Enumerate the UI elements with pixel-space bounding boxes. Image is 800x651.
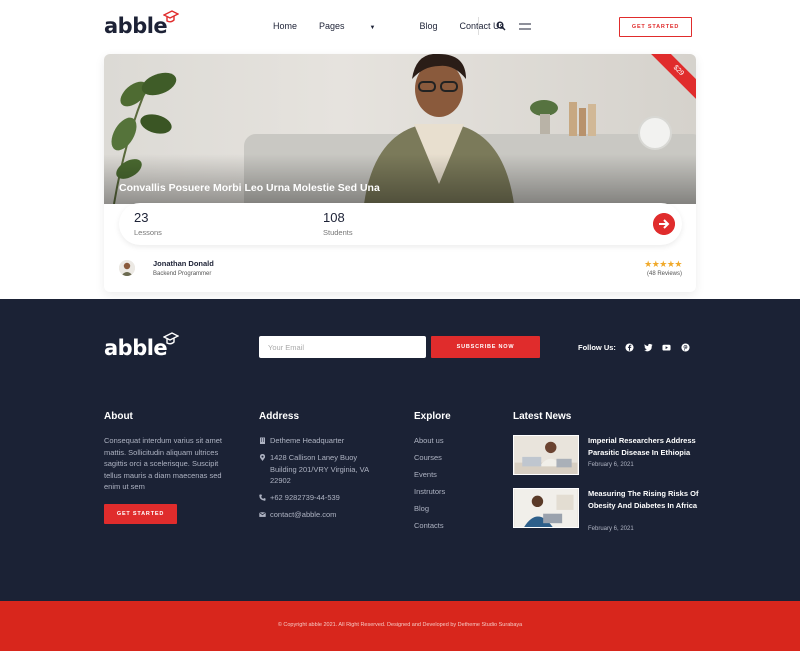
news-date: February 6, 2021 xyxy=(588,462,634,468)
search-icon[interactable] xyxy=(496,21,506,31)
price-ribbon: $29 xyxy=(644,54,696,105)
course-author: Jonathan Donald Backend Programmer ★★★★★… xyxy=(119,258,682,286)
course-title[interactable]: Convallis Posuere Morbi Leo Urna Molesti… xyxy=(119,182,380,194)
twitter-icon[interactable] xyxy=(644,343,653,352)
copyright-text: © Copyright abble 2021. All Right Reserv… xyxy=(277,622,523,628)
nav-pages-label: Pages xyxy=(319,21,345,31)
address-hq: Detheme Headquarter xyxy=(259,435,380,447)
students-stat: 108 Students xyxy=(323,210,353,237)
review-count: (48 Reviews) xyxy=(646,271,682,277)
author-name[interactable]: Jonathan Donald xyxy=(153,259,214,268)
subscribe-button[interactable]: SUBSCRIBE NOW xyxy=(431,336,540,358)
rating-stars-icon: ★★★★★ xyxy=(644,259,682,269)
students-label: Students xyxy=(323,228,353,237)
hamburger-menu-icon[interactable] xyxy=(519,23,531,30)
explore-title: Explore xyxy=(414,411,451,422)
news-date: February 6, 2021 xyxy=(588,526,634,532)
course-image: $29 Convallis Posuere Morbi Leo Urna Mol… xyxy=(104,54,696,204)
image-overlay xyxy=(104,154,696,204)
clock-illustration xyxy=(638,116,672,150)
about-title: About xyxy=(104,411,133,422)
site-header: abble Home Pages ▼ Blog Contact Us GET ST… xyxy=(0,0,800,54)
main-nav: Home Pages ▼ Blog Contact Us xyxy=(273,21,526,31)
mail-icon xyxy=(259,512,266,517)
explore-link-contacts[interactable]: Contacts xyxy=(414,521,444,530)
pinterest-icon[interactable] xyxy=(681,343,690,352)
explore-link-blog[interactable]: Blog xyxy=(414,504,429,513)
news-title[interactable]: Imperial Researchers Address Parasitic D… xyxy=(588,435,700,458)
footer-logo[interactable]: abble xyxy=(104,332,180,360)
follow-us-label: Follow Us: xyxy=(578,343,616,352)
course-card[interactable]: $29 Convallis Posuere Morbi Leo Urna Mol… xyxy=(104,54,696,292)
logo-text: abble xyxy=(104,14,168,38)
explore-link-instructors[interactable]: Instrutors xyxy=(414,487,445,496)
news-title[interactable]: Measuring The Rising Risks Of Obesity An… xyxy=(588,488,700,511)
nav-pages[interactable]: Pages ▼ xyxy=(319,21,397,31)
building-icon xyxy=(260,437,265,444)
arrow-right-icon[interactable] xyxy=(653,213,675,235)
explore-link-courses[interactable]: Courses xyxy=(414,453,442,462)
graduation-cap-icon xyxy=(163,10,180,23)
caret-down-icon: ▼ xyxy=(369,25,376,31)
address-phone[interactable]: +62 9282739-44-539 xyxy=(259,492,380,504)
youtube-icon[interactable] xyxy=(662,343,671,352)
graduation-cap-icon xyxy=(163,332,180,345)
shelf-illustration xyxy=(530,100,596,136)
course-stats: 23 Lessons 108 Students xyxy=(119,203,682,245)
lessons-stat: 23 Lessons xyxy=(134,210,162,237)
nav-blog[interactable]: Blog xyxy=(420,21,438,31)
site-footer: abble SUBSCRIBE NOW Follow Us: About Con… xyxy=(0,299,800,601)
address-email-text: contact@abble.com xyxy=(270,510,337,519)
logo[interactable]: abble xyxy=(104,10,180,38)
facebook-icon[interactable] xyxy=(625,343,634,352)
nav-divider xyxy=(478,17,479,35)
author-role: Backend Programmer xyxy=(153,271,212,277)
address-hq-text: Detheme Headquarter xyxy=(270,436,345,445)
phone-icon xyxy=(259,494,266,501)
latest-news-title: Latest News xyxy=(513,411,572,422)
copyright-bar: © Copyright abble 2021. All Right Reserv… xyxy=(0,601,800,651)
footer-get-started-button[interactable]: GET STARTED xyxy=(104,504,177,524)
news-item[interactable]: Measuring The Rising Risks Of Obesity An… xyxy=(513,488,703,532)
students-count: 108 xyxy=(323,210,345,225)
nav-home[interactable]: Home xyxy=(273,21,297,31)
email-input[interactable] xyxy=(259,336,426,358)
about-text: Consequat interdum varius sit amet matti… xyxy=(104,436,222,491)
avatar xyxy=(119,260,135,276)
map-pin-icon xyxy=(259,454,266,461)
address-title: Address xyxy=(259,411,300,422)
address-street-text: 1428 Callison Laney Buoy Building 201/VR… xyxy=(270,453,369,485)
footer-logo-text: abble xyxy=(104,336,168,360)
address-phone-text: +62 9282739-44-539 xyxy=(270,493,340,502)
lessons-label: Lessons xyxy=(134,228,162,237)
address-street: 1428 Callison Laney Buoy Building 201/VR… xyxy=(259,452,380,487)
news-thumbnail xyxy=(513,435,579,475)
explore-link-about[interactable]: About us xyxy=(414,436,444,445)
news-thumbnail xyxy=(513,488,579,528)
news-item[interactable]: Imperial Researchers Address Parasitic D… xyxy=(513,435,703,477)
get-started-button[interactable]: GET STARTED xyxy=(619,17,692,37)
lessons-count: 23 xyxy=(134,210,149,225)
explore-link-events[interactable]: Events xyxy=(414,470,437,479)
address-email[interactable]: contact@abble.com xyxy=(259,509,380,521)
